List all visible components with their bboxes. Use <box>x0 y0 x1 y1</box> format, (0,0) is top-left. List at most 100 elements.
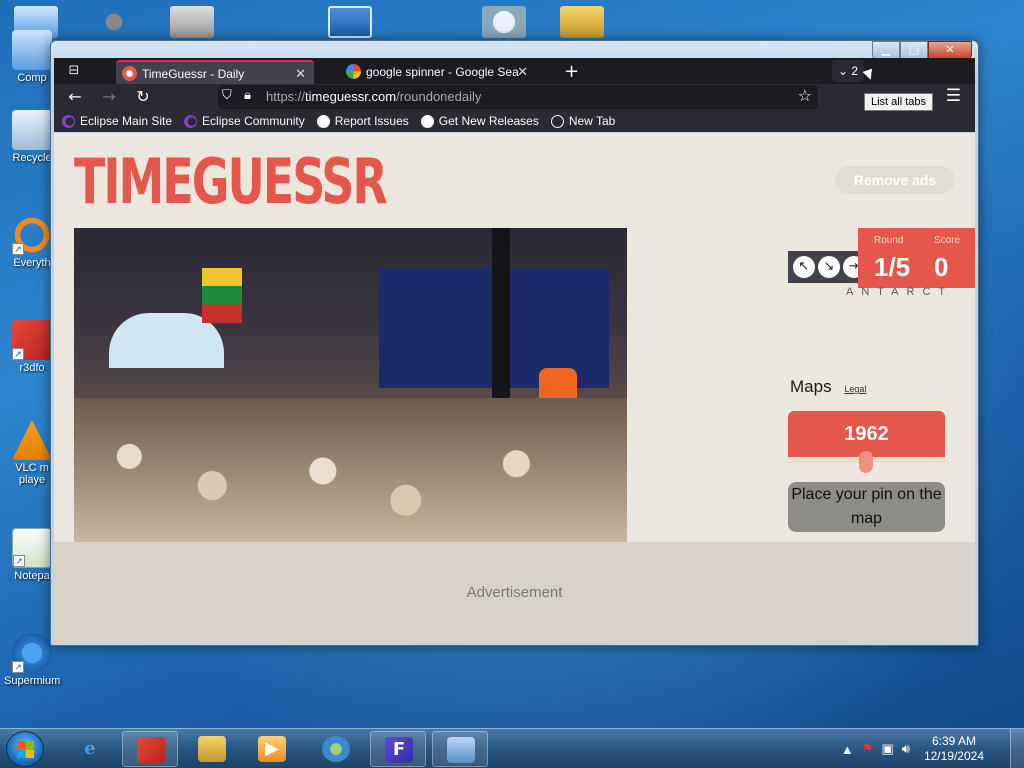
timeguessr-favicon-icon <box>122 66 137 81</box>
close-tab-icon[interactable]: ✕ <box>295 62 306 86</box>
recycle-bin-icon <box>12 110 52 150</box>
minimize-button[interactable]: ▁ <box>872 41 900 59</box>
eclipse-icon <box>184 114 198 128</box>
folder-icon <box>198 736 226 762</box>
taskbar-globe-app[interactable] <box>308 731 364 767</box>
tab-label: google spinner - Google Sea <box>366 65 519 79</box>
round-photo[interactable] <box>74 228 627 544</box>
place-pin-button[interactable]: Place your pin on the map <box>788 482 945 532</box>
internet-explorer-icon: e <box>84 738 96 759</box>
advertisement-label: Advertisement <box>466 584 563 601</box>
desktop-icon-label: Supermium <box>4 675 61 687</box>
eclipse-icon <box>62 114 75 128</box>
desktop-icon-label: VLC m playe <box>15 462 49 486</box>
apple-maps-attribution: Maps Legal <box>790 377 866 397</box>
notepad-icon: ↗ <box>12 528 52 568</box>
window-controls: ▁ ▢ ✕ <box>872 41 972 59</box>
globe-app-icon <box>322 736 350 762</box>
system-tray: ▲ ⚑ ▣ 🔊︎ 6:39 AM 12/19/2024 <box>841 733 984 765</box>
reload-icon[interactable]: ↻ <box>132 86 154 108</box>
taskbar: e ▶ F ▲ ⚑ ▣ 🔊︎ 6:39 AM 12/19/2024 <box>0 728 1024 768</box>
bookmark-report-issues[interactable]: Report Issues <box>316 114 409 128</box>
bookmark-get-new-releases[interactable]: Get New Releases <box>420 114 539 128</box>
close-tab-icon[interactable]: ✕ <box>517 60 528 84</box>
legal-link[interactable]: Legal <box>844 384 866 394</box>
timeguessr-logo[interactable]: TIMEGUESSR <box>74 145 388 218</box>
back-arrow-icon[interactable]: ← <box>64 86 86 108</box>
list-all-tabs-tooltip: List all tabs <box>864 93 934 111</box>
timeguessr-page: TIMEGUESSR Remove ads ↖ ↘ ⇥ Round 1/5 Sc… <box>54 133 975 643</box>
bookmark-star-icon[interactable]: ☆ <box>798 86 812 105</box>
bookmark-new-tab[interactable]: New Tab <box>550 114 615 128</box>
navigation-toolbar: ← → ↻ ⛉ 🔒︎ https://timeguessr.com/roundo… <box>54 84 975 110</box>
folder-icon[interactable] <box>560 6 604 38</box>
remove-ads-button[interactable]: Remove ads <box>835 166 955 194</box>
clock[interactable]: 6:39 AM 12/19/2024 <box>924 734 984 764</box>
desktop-icon-label: Comp <box>17 72 47 84</box>
r3dfox-icon <box>137 737 165 763</box>
taskbar-media-player[interactable]: ▶ <box>244 731 300 767</box>
show-desktop-button[interactable] <box>1010 729 1024 768</box>
globe-icon <box>550 114 564 128</box>
computer-icon <box>12 30 52 70</box>
control-panel-icon <box>447 737 475 763</box>
desktop-icon-label: r3dfo <box>19 362 45 374</box>
taskbar-explorer[interactable] <box>184 731 240 767</box>
tab-label: TimeGuessr - Daily <box>142 67 245 81</box>
media-player-icon: ▶ <box>258 736 286 762</box>
f-logo-icon: F <box>385 737 413 763</box>
maximize-button[interactable]: ▢ <box>900 41 928 59</box>
bookmarks-toolbar: Eclipse Main Site Eclipse Community Repo… <box>54 110 975 132</box>
maps-label: Maps <box>790 377 832 396</box>
photo-crowd <box>74 398 627 544</box>
url-bar[interactable]: ⛉ 🔒︎ https://timeguessr.com/roundonedail… <box>218 85 818 109</box>
advertisement-area: Advertisement <box>54 542 975 643</box>
gimp-icon[interactable] <box>92 6 136 38</box>
tab-overview-icon[interactable]: ⊟ <box>64 62 84 80</box>
shrink-map-icon[interactable]: ↘ <box>817 256 840 278</box>
drive-icon[interactable] <box>170 6 214 38</box>
url-text[interactable]: https://timeguessr.com/roundonedaily <box>266 89 481 104</box>
browser-chrome: ⊟ TimeGuessr - Daily ✕ google spinner - … <box>50 58 979 133</box>
windows-logo-icon <box>17 741 34 758</box>
photo-flag <box>202 268 242 323</box>
monitor-icon[interactable] <box>328 6 372 38</box>
round-value: 1/5 <box>874 252 911 282</box>
new-tab-plus-icon[interactable]: + <box>564 60 579 84</box>
show-hidden-icons-icon[interactable]: ▲ <box>841 742 854 757</box>
shield-icon[interactable]: ⛉ <box>222 88 232 103</box>
desktop-icon-label: Everyth <box>13 257 51 269</box>
taskbar-r3dfox[interactable] <box>122 731 178 767</box>
taskbar-control-panel[interactable] <box>432 731 488 767</box>
expand-map-icon[interactable]: ↖ <box>792 256 815 278</box>
clock-settings-icon[interactable] <box>482 6 526 38</box>
lock-icon[interactable]: 🔒︎ <box>244 88 251 103</box>
close-window-button[interactable]: ✕ <box>928 41 972 59</box>
clock-time: 6:39 AM <box>931 734 976 748</box>
year-slider-thumb[interactable] <box>859 451 873 473</box>
clock-date: 12/19/2024 <box>923 749 984 763</box>
desktop-icon-label: Recycle <box>12 152 52 164</box>
score-value: 0 <box>934 252 949 282</box>
tab-timeguessr[interactable]: TimeGuessr - Daily ✕ <box>116 60 314 84</box>
bookmark-eclipse-community[interactable]: Eclipse Community <box>184 114 305 128</box>
tab-strip: ⊟ TimeGuessr - Daily ✕ google spinner - … <box>54 58 975 84</box>
round-score-panel: Round 1/5 Score 0 <box>858 228 975 288</box>
action-center-flag-icon[interactable]: ⚑ <box>862 741 874 757</box>
bookmark-eclipse-main[interactable]: Eclipse Main Site <box>62 114 172 128</box>
map-region-label: ANTARCT <box>846 286 954 298</box>
taskbar-firefox-variant[interactable]: F <box>370 731 426 767</box>
round-label: Round <box>874 235 904 246</box>
github-icon <box>420 114 434 128</box>
volume-icon[interactable]: 🔊︎ <box>902 741 910 757</box>
hamburger-menu-icon[interactable]: ☰ <box>946 84 961 108</box>
forward-arrow-icon[interactable]: → <box>98 86 120 108</box>
score-label: Score <box>934 235 961 246</box>
tab-google-spinner[interactable]: google spinner - Google Sea ✕ <box>340 60 536 84</box>
vlc-cone-icon <box>12 420 52 460</box>
r3dfox-icon: ↗ <box>12 320 52 360</box>
list-all-tabs-button[interactable]: ⌄ 2 <box>832 60 865 82</box>
taskbar-internet-explorer[interactable]: e <box>62 731 118 767</box>
start-button[interactable] <box>6 731 44 767</box>
network-icon[interactable]: ▣ <box>881 741 893 757</box>
